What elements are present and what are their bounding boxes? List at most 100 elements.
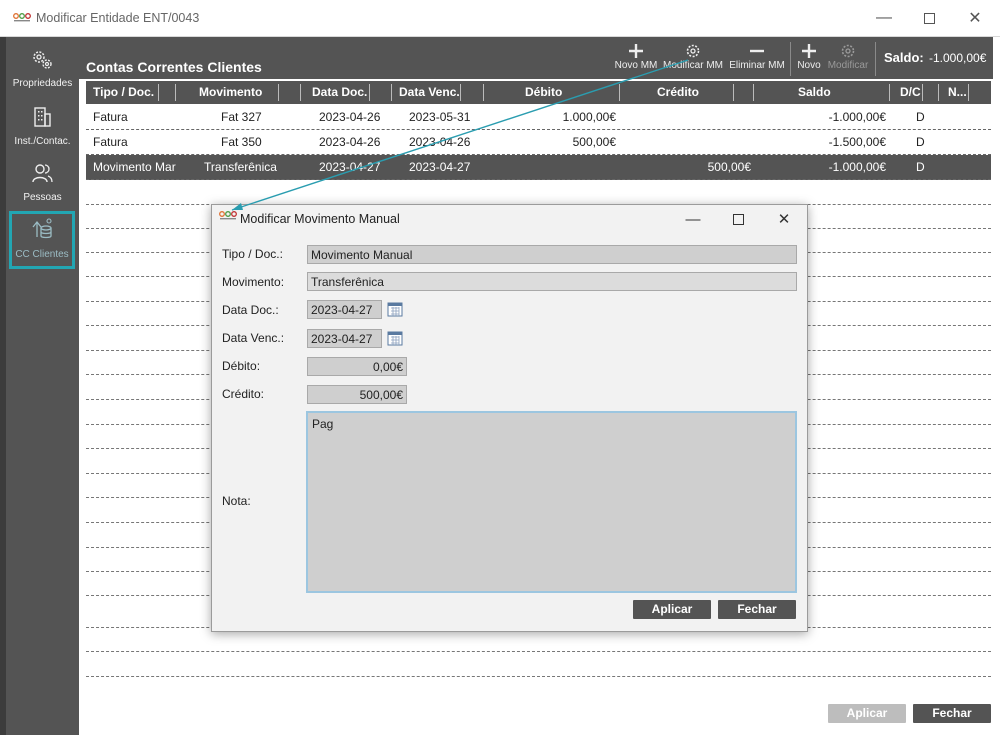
close-button[interactable]: ✕ <box>952 0 998 36</box>
sidebar-item-cc-clientes[interactable]: CC Clientes <box>9 211 75 269</box>
column-separator <box>619 84 620 101</box>
modificar-button[interactable]: Modificar <box>826 40 870 71</box>
sidebar: Propriedades Inst./Contac. Pessoas CC Cl… <box>6 37 79 735</box>
cell-data-doc: 2023-04-27 <box>319 160 381 174</box>
dialog-close-button[interactable]: ✕ <box>761 205 807 233</box>
table-header: Tipo / Doc. Movimento Data Doc. Data Ven… <box>86 81 991 104</box>
dialog-minimize-button[interactable]: — <box>670 205 716 233</box>
column-header[interactable]: Data Doc. <box>312 81 367 104</box>
dialog-title: Modificar Movimento Manual <box>240 212 400 226</box>
column-separator <box>278 84 279 101</box>
plus-icon <box>629 44 643 58</box>
cell-movimento: Fat 350 <box>221 135 262 149</box>
column-separator <box>369 84 370 101</box>
modificar-mm-button[interactable]: Modificar MM <box>661 40 725 71</box>
dialog-aplicar-button[interactable]: Aplicar <box>633 600 711 619</box>
data-doc-field[interactable]: 2023-04-27 <box>307 300 382 319</box>
table-row[interactable]: Fatura Fat 350 2023-04-26 2023-04-26 500… <box>86 130 991 155</box>
column-separator <box>938 84 939 101</box>
close-icon: ✕ <box>968 10 982 27</box>
column-separator <box>889 84 890 101</box>
column-separator <box>300 84 301 101</box>
app-logo-icon <box>219 211 237 220</box>
cell-tipo: Fatura <box>93 135 128 149</box>
cell-debito: 500,00€ <box>572 135 616 149</box>
novo-mm-label: Novo MM <box>614 60 658 71</box>
label-credito: Crédito: <box>222 387 265 401</box>
dialog-maximize-button[interactable] <box>715 205 761 233</box>
novo-button[interactable]: Novo <box>794 40 824 71</box>
panel-title: Contas Correntes Clientes <box>86 59 262 75</box>
aplicar-button[interactable]: Aplicar <box>828 704 906 723</box>
label-data-venc: Data Venc.: <box>222 331 285 345</box>
credito-field[interactable]: 500,00€ <box>307 385 407 404</box>
saldo-value: -1.000,00€ <box>929 51 987 65</box>
movimento-field[interactable]: Transferênica <box>307 272 797 291</box>
cell-saldo: -1.000,00€ <box>828 110 886 124</box>
minus-icon <box>750 49 764 53</box>
eliminar-mm-button[interactable]: Eliminar MM <box>727 40 787 71</box>
cell-data-venc: 2023-04-27 <box>409 160 471 174</box>
column-separator <box>733 84 734 101</box>
modificar-label: Modificar <box>827 60 869 71</box>
maximize-icon <box>732 213 744 225</box>
column-separator <box>483 84 484 101</box>
table-row-selected[interactable]: Movimento Mar Transferênica 2023-04-27 2… <box>86 155 991 180</box>
column-header[interactable]: D/C <box>900 81 921 104</box>
saldo-label: Saldo: <box>884 50 924 65</box>
maximize-button[interactable] <box>906 0 952 36</box>
cell-saldo: -1.000,00€ <box>828 160 886 174</box>
debito-field[interactable]: 0,00€ <box>307 357 407 376</box>
label-movimento: Movimento: <box>222 275 285 289</box>
column-header[interactable]: Crédito <box>657 81 699 104</box>
dialog-fechar-button[interactable]: Fechar <box>718 600 796 619</box>
column-header[interactable]: Tipo / Doc. <box>93 81 154 104</box>
column-header[interactable]: Débito <box>525 81 562 104</box>
gear-icon <box>686 44 700 58</box>
cell-debito: 1.000,00€ <box>562 110 616 124</box>
table-row[interactable]: Fatura Fat 327 2023-04-26 2023-05-31 1.0… <box>86 105 991 130</box>
tipo-field[interactable]: Movimento Manual <box>307 245 797 264</box>
sidebar-item-propriedades[interactable]: Propriedades <box>6 41 79 99</box>
minimize-icon: — <box>685 210 701 228</box>
cell-movimento: Fat 327 <box>221 110 262 124</box>
fechar-button[interactable]: Fechar <box>913 704 991 723</box>
data-venc-field[interactable]: 2023-04-27 <box>307 329 382 348</box>
column-separator <box>175 84 176 101</box>
novo-mm-button[interactable]: Novo MM <box>612 40 660 71</box>
cell-data-venc: 2023-04-26 <box>409 135 471 149</box>
toolbar-separator <box>875 42 876 76</box>
column-header[interactable]: Data Venc. <box>399 81 460 104</box>
nota-textarea[interactable]: Pag <box>306 411 797 593</box>
column-header[interactable]: N... <box>948 81 967 104</box>
cell-dc: D <box>916 135 925 149</box>
gears-icon <box>33 51 52 69</box>
cell-credito: 500,00€ <box>707 160 751 174</box>
novo-label: Novo <box>797 60 821 71</box>
column-header[interactable]: Saldo <box>798 81 831 104</box>
modificar-mm-label: Modificar MM <box>662 60 723 71</box>
cell-dc: D <box>916 160 925 174</box>
close-icon: ✕ <box>777 211 791 228</box>
sidebar-item-label: Propriedades <box>12 78 73 89</box>
label-data-doc: Data Doc.: <box>222 303 279 317</box>
sidebar-item-label: Pessoas <box>23 192 62 203</box>
coins-icon <box>32 218 52 239</box>
column-separator <box>968 84 969 101</box>
eliminar-mm-label: Eliminar MM <box>729 60 785 71</box>
minimize-icon: — <box>876 9 892 26</box>
sidebar-item-label: CC Clientes <box>15 249 69 260</box>
calendar-icon[interactable] <box>387 301 403 317</box>
sidebar-item-pessoas[interactable]: Pessoas <box>6 155 79 213</box>
cell-data-doc: 2023-04-26 <box>319 110 381 124</box>
window-titlebar: Modificar Entidade ENT/0043 — ✕ <box>0 0 1000 37</box>
cell-tipo: Movimento Mar <box>93 160 176 174</box>
minimize-button[interactable]: — <box>861 0 907 36</box>
calendar-icon[interactable] <box>387 330 403 346</box>
label-debito: Débito: <box>222 359 261 373</box>
cell-data-doc: 2023-04-26 <box>319 135 381 149</box>
column-separator <box>460 84 461 101</box>
table-row-empty <box>86 651 991 652</box>
column-header[interactable]: Movimento <box>199 81 262 104</box>
sidebar-item-inst-contac[interactable]: Inst./Contac. <box>6 99 79 157</box>
